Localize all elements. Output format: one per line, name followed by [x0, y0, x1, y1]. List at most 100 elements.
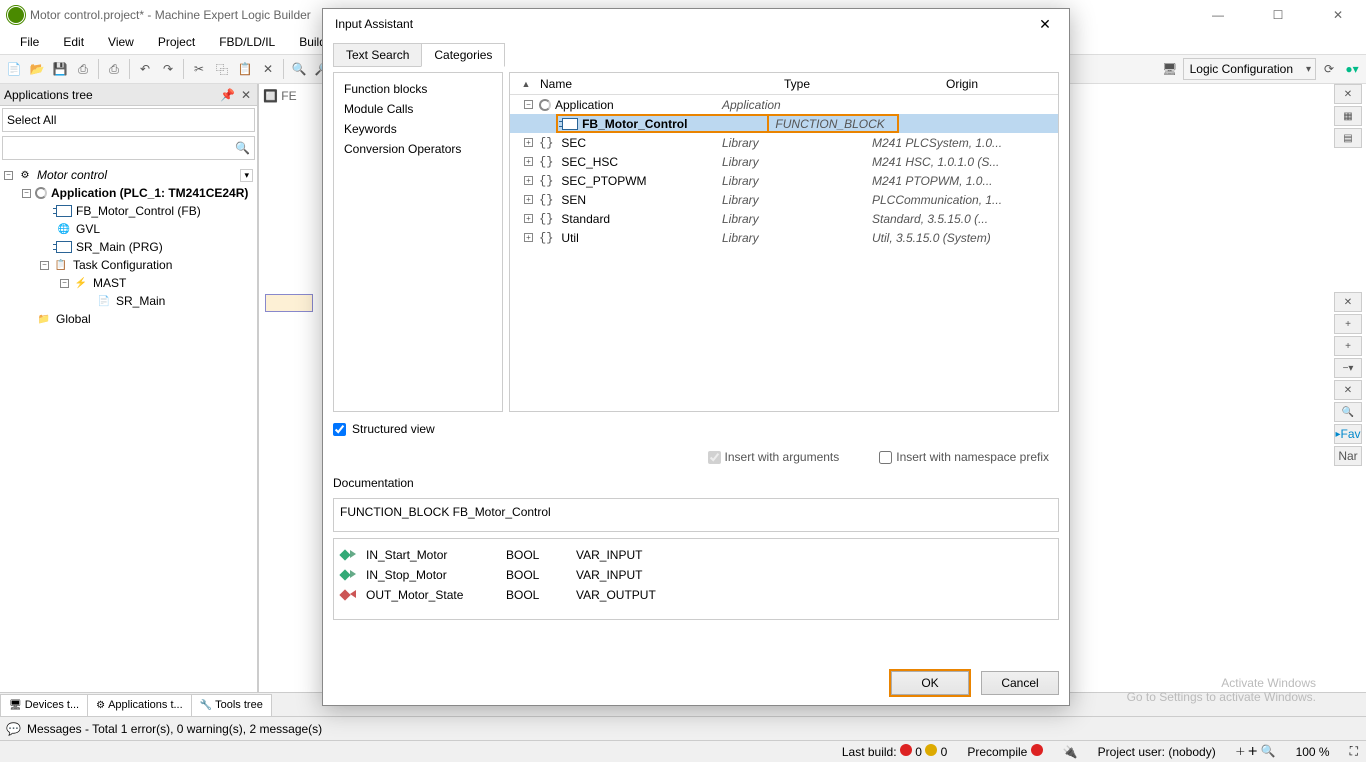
category-keywords[interactable]: Keywords: [344, 119, 492, 139]
grid-row-application[interactable]: − Application Application: [510, 95, 1058, 114]
cut-button[interactable]: ✂: [189, 59, 209, 79]
right-close-3[interactable]: ✕: [1334, 380, 1362, 400]
save-all-button[interactable]: ⎙: [73, 59, 93, 79]
dialog-close-button[interactable]: ✕: [1029, 13, 1061, 35]
tree-item-gvl[interactable]: 🌐 GVL: [0, 220, 257, 238]
connect-icon[interactable]: 🔌: [1063, 745, 1078, 759]
maximize-button[interactable]: ☐: [1258, 5, 1298, 25]
tree-app[interactable]: − Application (PLC_1: TM241CE24R): [0, 184, 257, 202]
status-precompile: Precompile: [967, 745, 1027, 759]
menu-view[interactable]: View: [96, 31, 146, 53]
tree-item-fb[interactable]: FB_Motor_Control (FB): [0, 202, 257, 220]
insert-args-checkbox[interactable]: Insert with arguments: [708, 450, 840, 464]
tree-item-mast[interactable]: − ⚡ MAST: [0, 274, 257, 292]
sort-icon[interactable]: ▲: [516, 79, 536, 89]
documentation-box: FUNCTION_BLOCK FB_Motor_Control: [333, 498, 1059, 532]
grid-row-sec_ptopwm[interactable]: + {}SEC_PTOPWM Library M241 PTOPWM, 1.0.…: [510, 171, 1058, 190]
delete-button[interactable]: ✕: [258, 59, 278, 79]
minimize-button[interactable]: —: [1198, 5, 1238, 25]
select-all-dropdown[interactable]: Select All: [2, 108, 255, 132]
config-dropdown[interactable]: Logic Configuration: [1183, 58, 1316, 80]
dialog-title-bar[interactable]: Input Assistant ✕: [323, 9, 1069, 39]
ok-button[interactable]: OK: [891, 671, 969, 695]
tab-categories[interactable]: Categories: [421, 43, 505, 67]
items-grid[interactable]: ▲ Name Type Origin − Application Applica…: [509, 72, 1059, 412]
documentation-label: Documentation: [333, 474, 1059, 492]
grid-row-sec_hsc[interactable]: + {}SEC_HSC Library M241 HSC, 1.0.1.0 (S…: [510, 152, 1058, 171]
right-close-1[interactable]: ✕: [1334, 84, 1362, 104]
category-conversion-operators[interactable]: Conversion Operators: [344, 139, 492, 159]
refresh-button[interactable]: ⟳: [1319, 59, 1339, 79]
messages-icon: 💬: [6, 722, 21, 736]
tree-item-global[interactable]: 📁 Global: [0, 310, 257, 328]
grid-row-util[interactable]: + {}Util Library Util, 3.5.15.0 (System): [510, 228, 1058, 247]
cancel-button[interactable]: Cancel: [981, 671, 1059, 695]
panel-header: Applications tree 📌 ✕: [0, 84, 257, 106]
menu-edit[interactable]: Edit: [51, 31, 96, 53]
bottom-tab-2[interactable]: 🔧Tools tree: [191, 694, 272, 716]
menu-project[interactable]: Project: [146, 31, 207, 53]
tree-item-srmain[interactable]: SR_Main (PRG): [0, 238, 257, 256]
grid-row-sec[interactable]: + {}SEC Library M241 PLCSystem, 1.0...: [510, 133, 1058, 152]
tree[interactable]: − ⚙ Motor control ▾ − Application (PLC_1…: [0, 162, 257, 692]
tree-root[interactable]: − ⚙ Motor control ▾: [0, 166, 257, 184]
grid-row-sen[interactable]: + {}SEN Library PLCCommunication, 1...: [510, 190, 1058, 209]
app-icon: [8, 7, 24, 23]
structured-view-checkbox[interactable]: Structured view: [333, 418, 1059, 440]
applications-tree-panel: Applications tree 📌 ✕ Select All 🔍 − ⚙ M…: [0, 84, 258, 692]
tab-text-search[interactable]: Text Search: [333, 43, 422, 67]
category-function-blocks[interactable]: Function blocks: [344, 79, 492, 99]
menu-fbd/ld/il[interactable]: FBD/LD/IL: [207, 31, 287, 53]
bottom-tab-1[interactable]: ⚙Applications t...: [87, 694, 192, 716]
categories-list[interactable]: Function blocksModule CallsKeywordsConve…: [333, 72, 503, 412]
grid-row-fb_motor_control[interactable]: FB_Motor_Control FUNCTION_BLOCK: [510, 114, 1058, 133]
print-button[interactable]: ⎙: [104, 59, 124, 79]
search-icon: 🔍: [235, 141, 250, 155]
bottom-tab-0[interactable]: 🖥Devices t...: [0, 694, 88, 716]
save-button[interactable]: 💾: [50, 59, 70, 79]
right-btn-a[interactable]: ▦: [1334, 106, 1362, 126]
panel-title: Applications tree: [4, 88, 93, 102]
right-fav[interactable]: ▸Fav: [1334, 424, 1362, 444]
tree-item-taskcfg[interactable]: − 📋 Task Configuration: [0, 256, 257, 274]
right-btn-d[interactable]: +: [1334, 336, 1362, 356]
grid-header[interactable]: ▲ Name Type Origin: [510, 73, 1058, 95]
col-type[interactable]: Type: [722, 77, 872, 91]
col-origin[interactable]: Origin: [872, 77, 1052, 91]
right-btn-e[interactable]: −▾: [1334, 358, 1362, 378]
close-button[interactable]: ✕: [1318, 5, 1358, 25]
pin-icon[interactable]: 📌: [218, 88, 237, 102]
connect-button[interactable]: ●▾: [1342, 59, 1362, 79]
panel-close-icon[interactable]: ✕: [239, 88, 253, 102]
status-user: Project user: (nobody): [1098, 745, 1216, 759]
dialog-tabs: Text Search Categories: [333, 43, 1059, 67]
zoom-controls[interactable]: 🞢 🞤 🔍: [1236, 744, 1276, 759]
redo-button[interactable]: ↷: [158, 59, 178, 79]
right-close-2[interactable]: ✕: [1334, 292, 1362, 312]
device-icon[interactable]: 🖥: [1160, 59, 1180, 79]
insert-ns-checkbox[interactable]: Insert with namespace prefix: [879, 450, 1049, 464]
zoom-fit-icon[interactable]: ⛶: [1350, 744, 1358, 759]
messages-text: Messages - Total 1 error(s), 0 warning(s…: [27, 722, 322, 736]
tree-item-mast-srmain[interactable]: 📄 SR_Main: [0, 292, 257, 310]
search-input[interactable]: 🔍: [2, 136, 255, 160]
menu-file[interactable]: File: [8, 31, 51, 53]
search-icon-right[interactable]: 🔍: [1334, 402, 1362, 422]
paste-button[interactable]: 📋: [235, 59, 255, 79]
messages-bar[interactable]: 💬 Messages - Total 1 error(s), 0 warning…: [0, 716, 1366, 740]
right-nar[interactable]: Nar: [1334, 446, 1362, 466]
open-button[interactable]: 📂: [27, 59, 47, 79]
grid-row-standard[interactable]: + {}Standard Library Standard, 3.5.15.0 …: [510, 209, 1058, 228]
category-module-calls[interactable]: Module Calls: [344, 99, 492, 119]
right-docked-panels: ✕ ▦ ▤ ✕ + + −▾ ✕ 🔍 ▸Fav Nar: [1334, 84, 1366, 644]
copy-button[interactable]: ⿻: [212, 59, 232, 79]
right-btn-c[interactable]: +: [1334, 314, 1362, 334]
param-in_stop_motor: IN_Stop_MotorBOOLVAR_INPUT: [340, 565, 1052, 585]
new-button[interactable]: 📄: [4, 59, 24, 79]
right-btn-b[interactable]: ▤: [1334, 128, 1362, 148]
find-button[interactable]: 🔍: [289, 59, 309, 79]
dialog-title: Input Assistant: [335, 17, 413, 31]
watermark: Activate Windows Go to Settings to activ…: [1127, 676, 1316, 704]
col-name[interactable]: Name: [536, 77, 722, 91]
undo-button[interactable]: ↶: [135, 59, 155, 79]
